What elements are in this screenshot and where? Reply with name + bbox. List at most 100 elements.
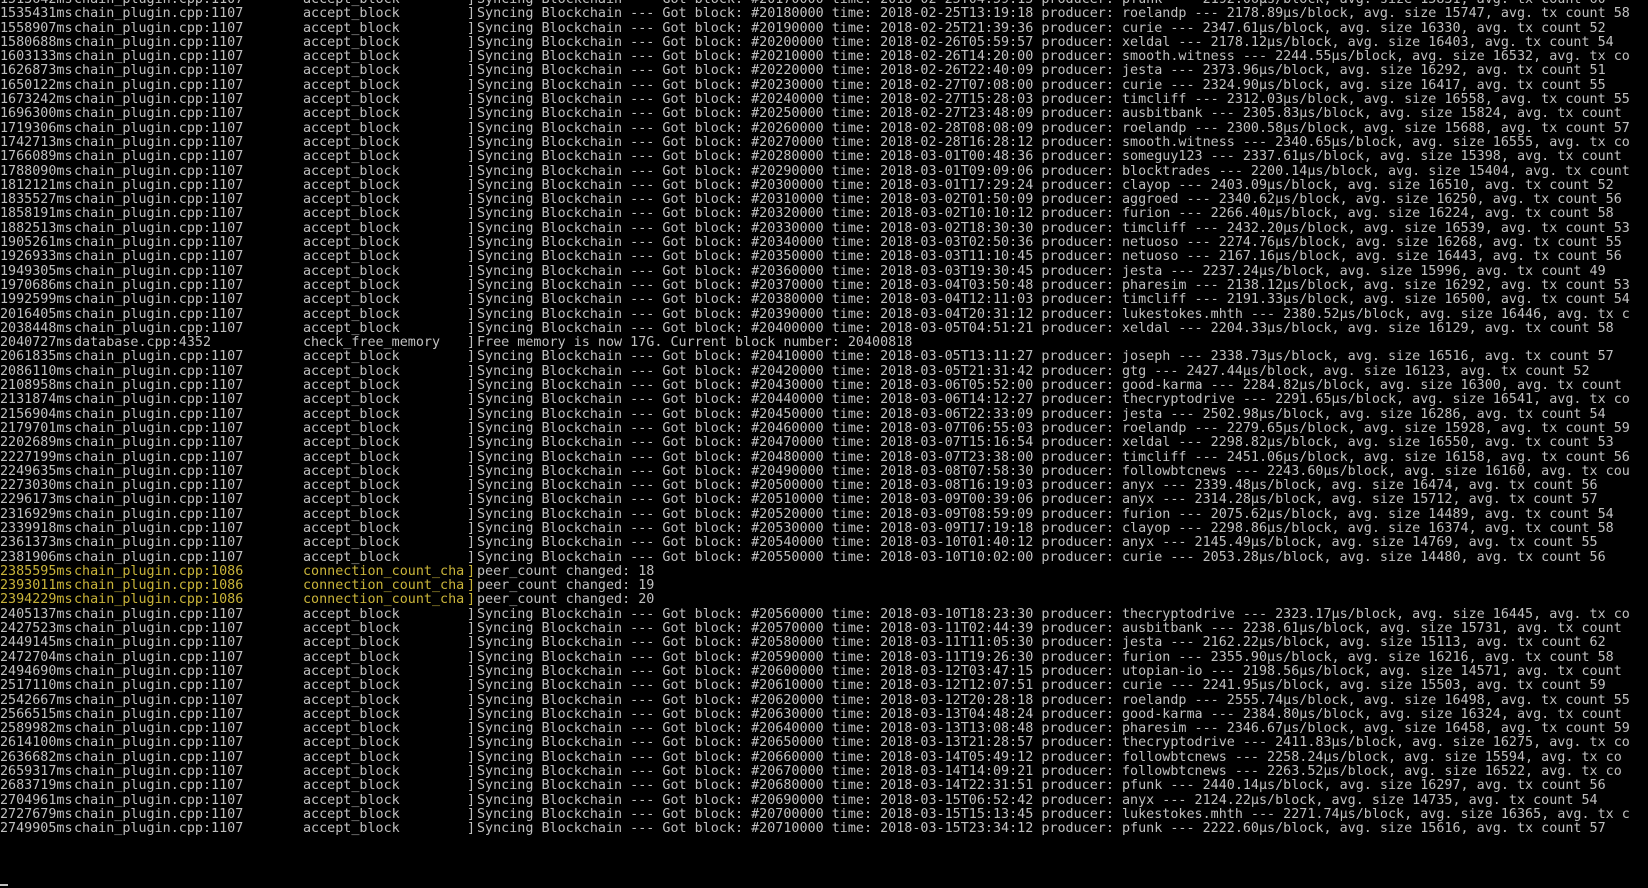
log-line: 2227199ms chain_plugin.cpp:1107 accept_blo… xyxy=(0,451,1648,465)
log-timestamp: 2494690ms xyxy=(0,664,73,679)
log-source: chain_plugin.cpp:1107 xyxy=(74,636,244,651)
log-function: accept_block xyxy=(303,93,400,108)
log-timestamp: 2316929ms xyxy=(0,507,73,522)
log-line: 2517110ms chain_plugin.cpp:1107 accept_blo… xyxy=(0,679,1648,693)
log-message: Syncing Blockchain --- Got block: #20500… xyxy=(477,479,1598,494)
log-message: Syncing Blockchain --- Got block: #20650… xyxy=(477,736,1630,751)
log-separator: ] xyxy=(467,121,476,136)
log-message: Syncing Blockchain --- Got block: #20530… xyxy=(477,521,1614,536)
log-source: chain_plugin.cpp:1086 xyxy=(74,579,244,594)
log-function: accept_block xyxy=(303,493,400,508)
log-message: Syncing Blockchain --- Got block: #20690… xyxy=(477,793,1598,808)
log-source: chain_plugin.cpp:1107 xyxy=(74,307,244,322)
log-timestamp: 2339918ms xyxy=(0,521,73,536)
log-timestamp: 2086110ms xyxy=(0,364,73,379)
log-line: 2156904ms chain_plugin.cpp:1107 accept_blo… xyxy=(0,408,1648,422)
log-line: 2393011ms chain_plugin.cpp:1086 connection… xyxy=(0,579,1648,593)
log-line: 1858191ms chain_plugin.cpp:1107 accept_blo… xyxy=(0,207,1648,221)
log-function: check_free_memory xyxy=(303,336,441,351)
log-line: 1603133ms chain_plugin.cpp:1107 accept_blo… xyxy=(0,50,1648,64)
log-message: Syncing Blockchain --- Got block: #20620… xyxy=(477,693,1630,708)
log-source: chain_plugin.cpp:1107 xyxy=(74,0,303,7)
log-function: accept_block xyxy=(303,193,400,208)
log-separator: ] xyxy=(467,407,476,422)
log-message: Syncing Blockchain --- Got block: #20550… xyxy=(477,550,1606,565)
log-timestamp: 1603133ms xyxy=(0,50,73,65)
log-line: 2472704ms chain_plugin.cpp:1107 accept_blo… xyxy=(0,651,1648,665)
log-separator: ] xyxy=(467,622,476,637)
log-separator: ] xyxy=(467,193,476,208)
log-function: accept_block xyxy=(303,150,400,165)
log-timestamp: 1535431ms xyxy=(0,7,73,22)
log-function: accept_block xyxy=(303,407,400,422)
log-separator: ] xyxy=(467,750,476,765)
log-function: accept_block xyxy=(303,807,400,822)
log-function: accept_block xyxy=(303,207,400,222)
log-function: accept_block xyxy=(303,135,400,150)
log-function: accept_block xyxy=(303,622,400,637)
log-line: 2636682ms chain_plugin.cpp:1107 accept_blo… xyxy=(0,751,1648,765)
log-message: Syncing Blockchain --- Got block: #20240… xyxy=(477,93,1630,108)
log-message: Syncing Blockchain --- Got block: #20660… xyxy=(477,750,1622,765)
log-function: accept_block xyxy=(303,650,400,665)
log-timestamp: 2296173ms xyxy=(0,493,73,508)
log-source: chain_plugin.cpp:1107 xyxy=(74,64,244,79)
log-timestamp: 1905261ms xyxy=(0,236,73,251)
log-timestamp: 2202689ms xyxy=(0,436,73,451)
log-separator: ] xyxy=(467,278,476,293)
log-line: 2727679ms chain_plugin.cpp:1107 accept_blo… xyxy=(0,808,1648,822)
log-message: Syncing Blockchain --- Got block: #20380… xyxy=(477,293,1630,308)
log-function: accept_block xyxy=(303,21,400,36)
log-function: accept_block xyxy=(303,450,400,465)
log-separator: ] xyxy=(467,350,476,365)
log-function: accept_block xyxy=(303,536,400,551)
log-timestamp: 2038448ms xyxy=(0,321,73,336)
log-source: chain_plugin.cpp:1107 xyxy=(74,350,244,365)
log-separator: ] xyxy=(467,236,476,251)
log-separator: ] xyxy=(467,264,476,279)
log-source: chain_plugin.cpp:1107 xyxy=(74,664,244,679)
log-source: chain_plugin.cpp:1107 xyxy=(74,193,244,208)
log-timestamp: 2589982ms xyxy=(0,722,73,737)
log-source: chain_plugin.cpp:1107 xyxy=(74,250,244,265)
log-timestamp: 2517110ms xyxy=(0,679,73,694)
log-source: chain_plugin.cpp:1107 xyxy=(74,264,244,279)
log-source: chain_plugin.cpp:1107 xyxy=(74,779,244,794)
log-function: accept_block xyxy=(303,550,400,565)
log-function: accept_block xyxy=(303,321,400,336)
log-line: 1650122ms chain_plugin.cpp:1107 accept_blo… xyxy=(0,79,1648,93)
log-line: 2249635ms chain_plugin.cpp:1107 accept_blo… xyxy=(0,465,1648,479)
log-separator: ] xyxy=(467,493,476,508)
log-timestamp: 2614100ms xyxy=(0,736,73,751)
log-line: 1788090ms chain_plugin.cpp:1107 accept_blo… xyxy=(0,165,1648,179)
log-line: 2542667ms chain_plugin.cpp:1107 accept_blo… xyxy=(0,694,1648,708)
log-function: accept_block xyxy=(303,7,400,22)
log-function: accept_block xyxy=(303,479,400,494)
log-separator: ] xyxy=(467,64,476,79)
log-separator: ] xyxy=(467,636,476,651)
log-timestamp: 1858191ms xyxy=(0,207,73,222)
terminal-output[interactable]: 1513642mschain_plugin.cpp:1107accept_blo… xyxy=(0,0,1648,888)
log-function: accept_block xyxy=(303,507,400,522)
log-function: accept_block xyxy=(303,693,400,708)
log-separator: ] xyxy=(467,393,476,408)
log-separator: ] xyxy=(467,107,476,122)
log-source: chain_plugin.cpp:1107 xyxy=(74,550,244,565)
log-line: 2316929ms chain_plugin.cpp:1107 accept_blo… xyxy=(0,508,1648,522)
log-timestamp: 1696300ms xyxy=(0,107,73,122)
log-line: 1696300ms chain_plugin.cpp:1107 accept_blo… xyxy=(0,107,1648,121)
log-timestamp: 2659317ms xyxy=(0,765,73,780)
log-timestamp: 2542667ms xyxy=(0,693,73,708)
log-message: Syncing Blockchain --- Got block: #20280… xyxy=(477,150,1622,165)
log-message: Syncing Blockchain --- Got block: #20560… xyxy=(477,607,1630,622)
log-timestamp: 2381906ms xyxy=(0,550,73,565)
log-separator: ] xyxy=(467,421,476,436)
log-source: chain_plugin.cpp:1107 xyxy=(74,93,244,108)
log-message: Syncing Blockchain --- Got block: #20470… xyxy=(477,436,1614,451)
log-timestamp: 2016405ms xyxy=(0,307,73,322)
log-separator: ] xyxy=(467,822,476,837)
log-message: Syncing Blockchain --- Got block: #20270… xyxy=(477,135,1630,150)
log-separator: ] xyxy=(467,593,476,608)
log-separator: ] xyxy=(467,579,476,594)
log-timestamp: 2427523ms xyxy=(0,622,73,637)
